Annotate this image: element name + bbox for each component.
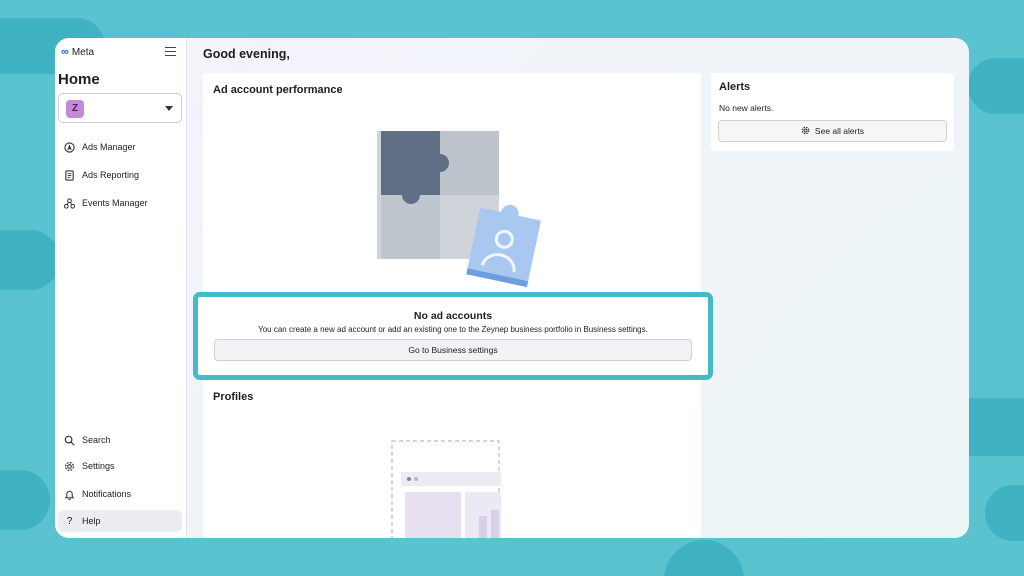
puzzle-illustration	[377, 131, 542, 288]
menu-icon[interactable]	[165, 47, 176, 56]
gear-icon	[64, 461, 75, 472]
alerts-title: Alerts	[719, 81, 751, 93]
nav-ads-reporting[interactable]: Ads Reporting	[58, 164, 182, 186]
profiles-title: Profiles	[213, 391, 254, 403]
profiles-illustration	[391, 440, 501, 538]
see-all-alerts-button[interactable]: See all alerts	[718, 120, 947, 142]
greeting: Good evening,	[203, 47, 290, 61]
nav-events-manager[interactable]: Events Manager	[58, 192, 182, 214]
navigation-arrow-icon	[64, 141, 75, 153]
nav-label: Notifications	[82, 489, 132, 499]
caret-down-icon	[165, 106, 173, 111]
nav-notifications[interactable]: Notifications	[58, 483, 182, 505]
sidebar: ∞ Meta Home Z Ads Manager Ads Reporting	[55, 38, 187, 538]
nav-label: Ads Reporting	[82, 170, 140, 180]
gear-icon	[801, 126, 810, 137]
background-shape	[968, 58, 1024, 114]
no-ad-accounts-description: You can create a new ad account or add a…	[258, 325, 648, 334]
ad-performance-title: Ad account performance	[213, 84, 343, 96]
search-icon	[64, 435, 75, 446]
nav-search[interactable]: Search	[58, 429, 182, 451]
meta-logo[interactable]: ∞ Meta	[61, 46, 94, 58]
report-icon	[64, 169, 75, 181]
account-avatar: Z	[66, 100, 84, 118]
nav-label: Events Manager	[82, 198, 148, 208]
nav-label: Search	[82, 435, 111, 445]
background-shape	[0, 470, 50, 530]
nav-settings[interactable]: Settings	[58, 455, 182, 477]
events-icon	[63, 197, 76, 209]
nav-help[interactable]: ? Help	[58, 510, 182, 532]
page-title: Home	[58, 71, 100, 88]
background-shape	[968, 398, 1024, 456]
account-selector[interactable]: Z	[58, 93, 182, 123]
alerts-empty-text: No new alerts.	[719, 103, 774, 113]
help-icon: ?	[66, 515, 73, 527]
nav-label: Ads Manager	[82, 142, 136, 152]
background-shape	[664, 540, 744, 576]
background-shape	[0, 230, 60, 290]
nav-label: Settings	[82, 461, 115, 471]
no-ad-accounts-panel: No ad accounts You can create a new ad a…	[193, 292, 713, 380]
nav-label: Help	[82, 516, 101, 526]
meta-infinity-icon: ∞	[61, 46, 69, 58]
no-ad-accounts-title: No ad accounts	[413, 310, 493, 322]
go-to-business-settings-button[interactable]: Go to Business settings	[214, 339, 692, 361]
nav-ads-manager[interactable]: Ads Manager	[58, 136, 182, 158]
background-shape	[985, 485, 1024, 541]
alerts-card: Alerts No new alerts. See all alerts	[711, 73, 954, 151]
brand-name: Meta	[71, 46, 95, 58]
see-all-alerts-label: See all alerts	[814, 126, 865, 136]
bell-icon	[64, 489, 75, 500]
app-window: ∞ Meta Home Z Ads Manager Ads Reporting	[55, 38, 969, 538]
